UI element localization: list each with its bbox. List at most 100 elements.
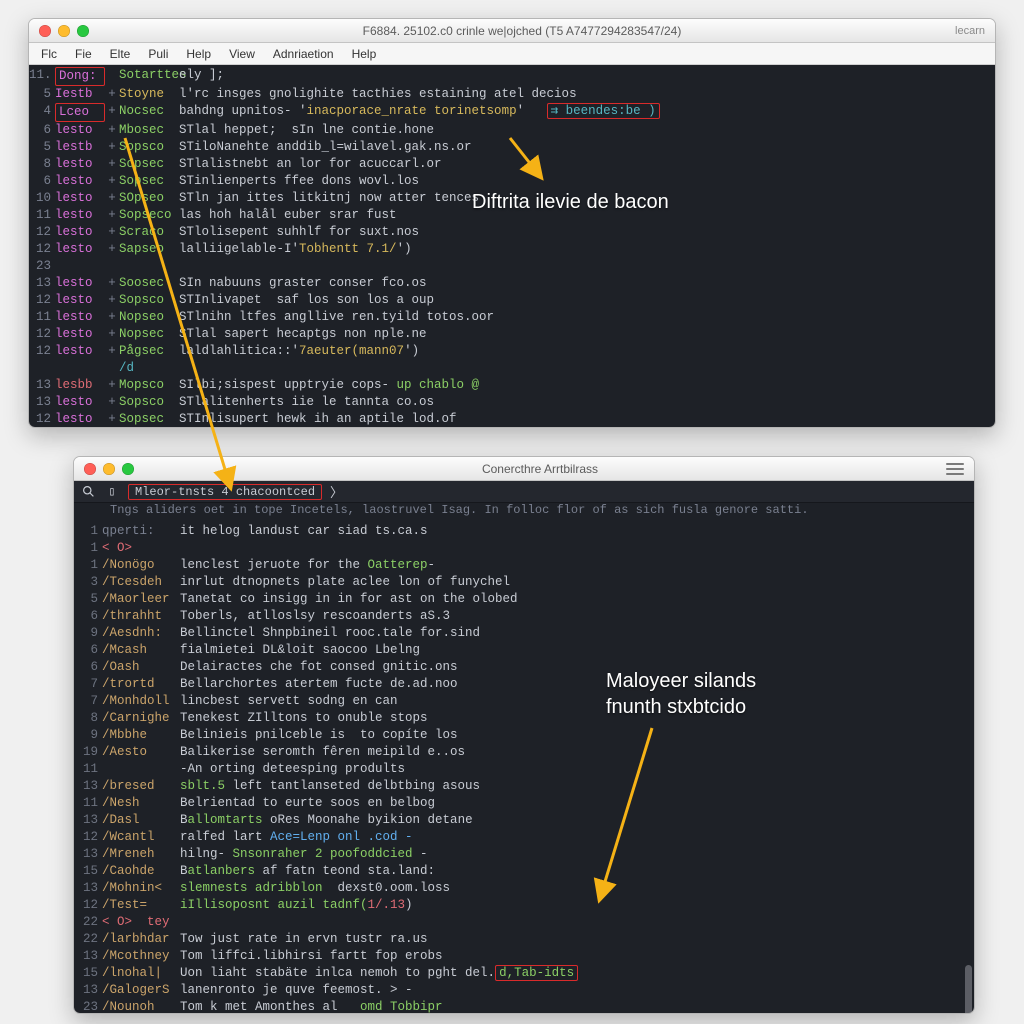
line-number: 8 (29, 156, 55, 173)
code-line[interactable]: 11-An orting deteesping prodults (74, 761, 974, 778)
menu-item[interactable]: Fie (67, 45, 100, 63)
menu-item[interactable]: Help (344, 45, 385, 63)
code-line[interactable]: 11lesto+NopseoSTlnihn ltfes angllive ren… (29, 309, 995, 326)
diff-tag: lesto (55, 309, 105, 326)
traffic-zoom-icon[interactable] (77, 25, 89, 37)
code-line[interactable]: 19/AestoBalikerise seromth fêren meipild… (74, 744, 974, 761)
traffic-minimize-icon[interactable] (103, 463, 115, 475)
code-line[interactable]: 13/GalogerSlanenronto je quve feemost. >… (74, 982, 974, 999)
code-line[interactable]: 6lesto+SopsecSTinlienperts ffee dons wov… (29, 173, 995, 190)
code-line[interactable]: 22/larbhdarTow just rate in ervn tustr r… (74, 931, 974, 948)
token-keyword: /Mbbhe (102, 727, 180, 744)
code-line[interactable]: 12lesto+Sapseolalliigelable-I'Tobhentt 7… (29, 241, 995, 258)
diff-tag: Iestb (55, 86, 105, 103)
code-line[interactable]: 12lesto+Pågseclaldlahlitica::'7aeuter(ma… (29, 343, 995, 360)
code-line[interactable]: 23/NounohTom k met Amonthes al omd Tobbi… (74, 999, 974, 1014)
code-line[interactable]: 13lesto+SoosecSIn nabuuns graster conser… (29, 275, 995, 292)
code-line[interactable]: 13/DaslBallomtarts oRes Moonahe byikion … (74, 812, 974, 829)
code-line[interactable]: 13/Mrenehhilng- Snsonraher 2 poofoddcied… (74, 846, 974, 863)
line-number: 12 (74, 897, 102, 914)
diff-marker: + (105, 207, 119, 224)
code-line[interactable]: 12/Test=iIllisoposnt auzil tadnf(1/.13) (74, 897, 974, 914)
code-line[interactable]: 13/McothneyTom liffci.libhirsi fartt fop… (74, 948, 974, 965)
code-line[interactable]: 11/NeshBelrientad to eurte soos en belbo… (74, 795, 974, 812)
code-line[interactable]: 8lesto+SopsecSTlalistnebt an lor for acu… (29, 156, 995, 173)
line-number: 23 (74, 999, 102, 1014)
code-line[interactable]: 6/thrahhtToberls, atlloslsy rescoanderts… (74, 608, 974, 625)
code-line[interactable]: 6/Mcashfialmietei DL&loit saocoo Lbelng (74, 642, 974, 659)
code-text: lanenronto je quve feemost. > - (180, 982, 974, 999)
code-text: STInlisupert hewk ih an aptile lod.of (179, 411, 995, 428)
code-line[interactable]: 3/Tcesdehinrlut dtnopnets plate aclee lo… (74, 574, 974, 591)
traffic-zoom-icon[interactable] (122, 463, 134, 475)
line-number: 15 (74, 965, 102, 982)
line-number: 12 (29, 343, 55, 360)
code-line[interactable]: 22< O> tey (74, 914, 974, 931)
menu-item[interactable]: View (221, 45, 263, 63)
code-text: slemnests adribblon dexst0.oom.loss (180, 880, 974, 897)
code-line[interactable]: 9/Aesdnh:Bellinctel Shnpbineil rooc.tale… (74, 625, 974, 642)
token-keyword: Sopsec (119, 173, 179, 190)
code-line[interactable]: 5lestb+SopscoSTiloNanehte anddib_l=wilav… (29, 139, 995, 156)
code-line[interactable]: 12/Wcantlralfed lart Ace=Lenp onl .cod - (74, 829, 974, 846)
code-editor-top[interactable]: 11.Dong:Sotarttesely ];5Iestb+Stoynel'rc… (29, 65, 995, 428)
token-keyword: /Mohnin< (102, 880, 180, 897)
search-icon[interactable] (80, 484, 96, 500)
code-line[interactable]: 13lesto+SopscoSTlalitenherts iie le tann… (29, 394, 995, 411)
code-line[interactable]: 15/lnohal|Uon liaht stabäte inlca nemoh … (74, 965, 974, 982)
code-text: Ballomtarts oRes Moonahe byikion detane (180, 812, 974, 829)
token-keyword: /Mcash (102, 642, 180, 659)
menu-item[interactable]: Adnriaetion (265, 45, 342, 63)
titlebar-bottom[interactable]: Conercthre Arrtbilrass (74, 457, 974, 481)
menu-item[interactable]: Elte (102, 45, 139, 63)
code-line[interactable]: 12lesto+SopsecSTInlisupert hewk ih an ap… (29, 411, 995, 428)
code-line[interactable]: 12lesto+ScracoSTlolisepent suhhlf for su… (29, 224, 995, 241)
token-keyword: /GalogerS (102, 982, 180, 999)
menu-item[interactable]: Flc (33, 45, 65, 63)
traffic-minimize-icon[interactable] (58, 25, 70, 37)
code-line[interactable]: 13/Mohnin<slemnests adribblon dexst0.oom… (74, 880, 974, 897)
menu-item[interactable]: Puli (140, 45, 176, 63)
line-number: 11 (74, 761, 102, 778)
code-text: sblt.5 left tantlanseted delbtbing asous (180, 778, 974, 795)
code-line[interactable]: 5Iestb+Stoynel'rc insges gnolighite tact… (29, 86, 995, 103)
code-line[interactable]: 13lesbb+MopscoSIlbi;sispest upptryie cop… (29, 377, 995, 394)
hamburger-icon[interactable] (946, 463, 964, 475)
code-line[interactable]: 6/OashDelairactes che fot consed gnitic.… (74, 659, 974, 676)
code-line[interactable]: 8/CarnigheTenekest ZIlltons to onuble st… (74, 710, 974, 727)
window-title: Conercthre Arrtbilrass (141, 462, 939, 476)
code-line[interactable]: 6lesto+MbosecSTlal heppet; sIn lne conti… (29, 122, 995, 139)
traffic-close-icon[interactable] (84, 463, 96, 475)
line-number: 13 (74, 778, 102, 795)
code-line[interactable]: 7/Monhdolllincbest servett sodng en can (74, 693, 974, 710)
split-icon[interactable]: ▯ (104, 484, 120, 500)
traffic-close-icon[interactable] (39, 25, 51, 37)
code-line[interactable]: 1/Nonögolenclest jeruote for the Oattere… (74, 557, 974, 574)
menu-item[interactable]: Help (178, 45, 219, 63)
code-line[interactable]: 1qperti:it helog landust car siad ts.ca.… (74, 523, 974, 540)
editor-window-bottom: Conercthre Arrtbilrass ▯ Mleor-tnsts 4 c… (73, 456, 975, 1014)
token-keyword: Stoyne (119, 86, 179, 103)
code-line[interactable]: 4Lceo+Nocsecbahdng upnitos- 'inacporace_… (29, 103, 995, 122)
code-line[interactable]: 23 (29, 258, 995, 275)
chevron-right-icon[interactable]: 〉 (330, 482, 343, 501)
code-line[interactable]: 12lesto+NopsecSTlal sapert hecaptgs non … (29, 326, 995, 343)
code-line[interactable]: 15/CaohdeBatlanbers af fatn teond sta.la… (74, 863, 974, 880)
code-line[interactable]: 7/trortdBellarchortes atertem fucte de.a… (74, 676, 974, 693)
code-line[interactable]: 13/bresedsblt.5 left tantlanseted delbtb… (74, 778, 974, 795)
code-line[interactable]: 11.Dong:Sotarttesely ]; (29, 67, 995, 86)
active-tab[interactable]: Mleor-tnsts 4 chacoontced (128, 484, 322, 500)
code-text: STlalistnebt an lor for acuccarl.or (179, 156, 995, 173)
line-number: 6 (74, 608, 102, 625)
line-number: 13 (29, 377, 55, 394)
code-line[interactable]: 12lesto+SopscoSTInlivapet saf los son lo… (29, 292, 995, 309)
code-line[interactable]: 1< O> (74, 540, 974, 557)
titlebar-top[interactable]: F6884. 25102.c0 crinle we|ojched (T5 A74… (29, 19, 995, 43)
diff-tag: lesto (55, 241, 105, 258)
code-text: bahdng upnitos- 'inacporace_nrate torine… (179, 103, 995, 122)
scrollbar-thumb[interactable] (965, 965, 972, 1014)
code-editor-bottom[interactable]: 1qperti:it helog landust car siad ts.ca.… (74, 521, 974, 1014)
code-line[interactable]: 5/MaorleerTanetat co insigg in in for as… (74, 591, 974, 608)
code-line[interactable]: /d (29, 360, 995, 377)
code-line[interactable]: 9/MbbheBelinieis pnilceble is to copíte … (74, 727, 974, 744)
